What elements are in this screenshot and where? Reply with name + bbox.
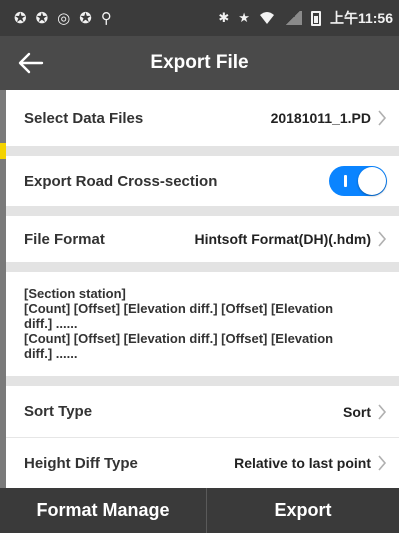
height-diff-type-row[interactable]: Height Diff Type Relative to last point <box>6 438 399 488</box>
signal-icon <box>283 11 302 25</box>
export-button[interactable]: Export <box>207 488 399 533</box>
chevron-right-icon <box>378 231 387 247</box>
bluetooth-icon: ✱ <box>218 10 230 25</box>
status-time: 上午11:56 <box>329 10 393 26</box>
sync-icon: ✪ <box>79 10 92 27</box>
height-diff-type-value-group: Relative to last point <box>234 455 387 471</box>
location-icon: ⚲ <box>100 10 112 27</box>
clock-icon: ◎ <box>57 10 71 27</box>
format-description-line: diff.] ...... <box>24 346 78 361</box>
height-diff-type-value: Relative to last point <box>234 455 371 471</box>
sync-icon: ✪ <box>14 10 27 27</box>
status-left-icons: ✪ ✪ ◎ ✪ ⚲ <box>14 9 112 27</box>
chevron-right-icon <box>378 110 387 126</box>
export-road-cross-section-row: Export Road Cross-section <box>6 156 399 206</box>
format-manage-button[interactable]: Format Manage <box>0 488 206 533</box>
file-format-label: File Format <box>24 230 105 248</box>
title-bar: Export File <box>0 36 399 90</box>
select-data-files-row[interactable]: Select Data Files 20181011_1.PD <box>6 90 399 146</box>
format-description: [Section station] [Count] [Offset] [Elev… <box>6 272 399 376</box>
format-description-line: [Count] [Offset] [Elevation diff.] [Offs… <box>24 331 334 346</box>
format-description-line: [Count] [Offset] [Elevation diff.] [Offs… <box>24 301 334 316</box>
format-description-line: diff.] ...... <box>24 316 78 331</box>
page-title: Export File <box>150 52 249 73</box>
sync-icon: ✪ <box>35 10 49 27</box>
chevron-right-icon <box>378 455 387 471</box>
toggle-knob <box>358 167 386 195</box>
height-diff-type-label: Height Diff Type <box>24 454 138 472</box>
sort-type-label: Sort Type <box>24 403 93 420</box>
sort-type-value-group: Sort <box>343 404 387 420</box>
export-road-cross-section-label: Export Road Cross-section <box>24 172 218 190</box>
format-description-line: [Section station] <box>24 286 126 301</box>
file-format-value: Hintsoft Format(DH)(.hdm) <box>194 231 371 247</box>
status-bar: ✪ ✪ ◎ ✪ ⚲ ✱ ★ 上午11:56 <box>0 0 399 36</box>
star-icon: ★ <box>238 10 250 25</box>
status-right-icons: ✱ ★ 上午11:56 <box>218 8 393 28</box>
sort-type-row[interactable]: Sort Type Sort <box>6 386 399 437</box>
select-data-files-label: Select Data Files <box>24 109 144 127</box>
file-format-row[interactable]: File Format Hintsoft Format(DH)(.hdm) <box>6 216 399 262</box>
back-arrow-icon[interactable] <box>18 50 44 76</box>
chevron-right-icon <box>378 403 387 420</box>
wifi-icon <box>259 12 274 24</box>
file-format-value-group: Hintsoft Format(DH)(.hdm) <box>194 231 387 247</box>
select-data-files-value: 20181011_1.PD <box>270 110 371 126</box>
battery-icon <box>310 10 321 26</box>
select-data-files-value-group: 20181011_1.PD <box>271 110 387 126</box>
export-road-cross-section-toggle[interactable] <box>329 166 387 196</box>
settings-list: Select Data Files 20181011_1.PD Export R… <box>6 90 399 488</box>
sort-type-value: Sort <box>343 403 371 420</box>
bottom-action-bar: Format Manage Export <box>0 488 399 533</box>
